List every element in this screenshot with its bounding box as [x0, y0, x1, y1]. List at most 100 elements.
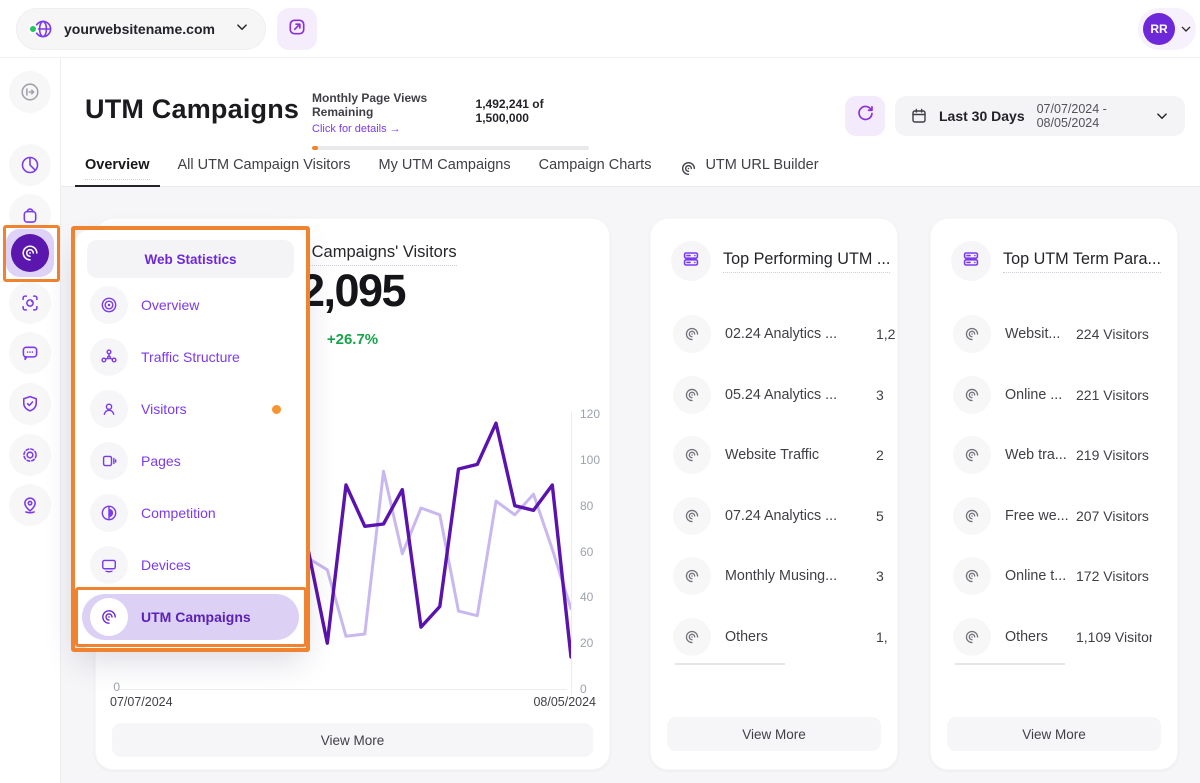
- item-value: 207 Visitors: [1076, 497, 1152, 535]
- view-more-button[interactable]: View More: [667, 717, 881, 751]
- flyout-item-competition[interactable]: Competition: [82, 490, 299, 536]
- list-item[interactable]: 07.24 Analytics ...5: [651, 497, 898, 535]
- y-tick-label: 60: [580, 545, 593, 559]
- item-name: Others: [725, 618, 768, 656]
- list-item[interactable]: Others 1,: [651, 618, 898, 656]
- utm-icon: [953, 376, 991, 414]
- list-item[interactable]: Website Traffic2: [651, 436, 898, 474]
- item-name: 02.24 Analytics ...: [725, 315, 837, 353]
- item-name: 05.24 Analytics ...: [725, 376, 837, 414]
- click-for-details-link[interactable]: Click for details →: [312, 123, 401, 135]
- top-performing-utm-card: Top Performing UTM ... 02.24 Analytics .…: [650, 218, 898, 770]
- list-item[interactable]: Online t...172 Visitors: [931, 557, 1178, 595]
- utm-icon: [673, 618, 711, 656]
- competition-icon: [90, 494, 128, 532]
- top-utm-term-card: Top UTM Term Para... Websit...224 Visito…: [930, 218, 1178, 770]
- external-link-icon: [286, 16, 308, 43]
- flyout-item-label: UTM Campaigns: [141, 609, 251, 625]
- y-tick-label: 0: [580, 682, 587, 696]
- card-title: Top Performing UTM ...: [723, 250, 890, 269]
- item-name: 07.24 Analytics ...: [725, 497, 837, 535]
- sidebar-item-analytics[interactable]: [9, 144, 51, 186]
- item-value: 3: [876, 376, 898, 414]
- list-item[interactable]: Web tra...219 Visitors: [931, 436, 1178, 474]
- item-value: 1,: [876, 618, 898, 656]
- refresh-button[interactable]: [845, 96, 885, 136]
- tab-utm-url-builder[interactable]: UTM URL Builder: [679, 150, 818, 186]
- date-range-picker[interactable]: Last 30 Days 07/07/2024 - 08/05/2024: [895, 96, 1185, 136]
- item-name: Online ...: [1005, 376, 1062, 414]
- sidebar-item-location[interactable]: [9, 484, 51, 526]
- user-menu[interactable]: RR: [1138, 8, 1196, 50]
- utm-icon: [673, 376, 711, 414]
- list-item[interactable]: 02.24 Analytics ... 1,2: [651, 315, 898, 353]
- list-item[interactable]: Others 1,109 Visitors: [931, 618, 1178, 656]
- flyout-item-overview[interactable]: Overview: [82, 282, 299, 328]
- item-name: Others: [1005, 618, 1048, 656]
- page-header: UTM Campaigns Monthly Page Views Remaini…: [61, 58, 1200, 187]
- item-value: 221 Visitors: [1076, 376, 1152, 414]
- structure-icon: [90, 338, 128, 376]
- avatar: RR: [1143, 13, 1175, 45]
- utm-icon: [673, 436, 711, 474]
- open-website-button[interactable]: [277, 8, 317, 50]
- tab-label: All UTM Campaign Visitors: [178, 157, 351, 179]
- top-bar: yourwebsitename.com RR: [0, 0, 1200, 58]
- item-value: 1,109 Visitors: [1076, 618, 1152, 656]
- item-value: 224 Visitors: [1076, 315, 1152, 353]
- view-more-button[interactable]: View More: [947, 717, 1161, 751]
- utm-icon: [90, 598, 128, 636]
- tab-all-utm-campaign-visitors[interactable]: All UTM Campaign Visitors: [178, 150, 351, 186]
- flyout-title: Web Statistics: [87, 240, 294, 278]
- app-root: yourwebsitename.com RR UTM Campaigns Mon…: [0, 0, 1200, 783]
- flyout-item-label: Devices: [141, 557, 191, 573]
- flyout-item-devices[interactable]: Devices: [82, 542, 299, 588]
- tab-label: Campaign Charts: [539, 157, 652, 179]
- utm-icon: [673, 557, 711, 595]
- orders-icon: [19, 204, 41, 226]
- tab-overview[interactable]: Overview: [85, 150, 150, 186]
- list-item[interactable]: Free we...207 Visitors: [931, 497, 1178, 535]
- sidebar-item-scan[interactable]: [9, 282, 51, 324]
- y-tick-label: 80: [580, 499, 593, 513]
- devices-icon: [90, 546, 128, 584]
- flyout-item-label: Pages: [141, 453, 181, 469]
- flyout-item-visitors[interactable]: Visitors: [82, 386, 299, 432]
- list-item[interactable]: Monthly Musing...3: [651, 557, 898, 595]
- list-item[interactable]: Websit... 224 Visitors: [931, 315, 1178, 353]
- item-name: Websit...: [1005, 315, 1060, 353]
- divider: [675, 663, 785, 665]
- y-axis-line: [571, 412, 572, 695]
- sidebar-item-settings[interactable]: [9, 434, 51, 476]
- flyout-item-utm-campaigns[interactable]: UTM Campaigns: [82, 594, 299, 640]
- target-icon: [90, 286, 128, 324]
- sidebar-item-security[interactable]: [9, 383, 51, 425]
- utm-icon: [953, 557, 991, 595]
- sidebar-nav: [0, 58, 61, 783]
- calendar-icon: [909, 106, 929, 126]
- flyout-item-traffic-structure[interactable]: Traffic Structure: [82, 334, 299, 380]
- flyout-item-label: Visitors: [141, 401, 187, 417]
- page-views-widget: Monthly Page Views Remaining Click for d…: [312, 91, 589, 150]
- list-item[interactable]: Online ... 221 Visitors: [931, 376, 1178, 414]
- flyout-item-pages[interactable]: Pages: [82, 438, 299, 484]
- sidebar-item-collapse[interactable]: [9, 71, 51, 113]
- website-selector[interactable]: yourwebsitename.com: [16, 8, 266, 50]
- item-value: 1,2: [876, 315, 898, 353]
- flyout-item-label: Overview: [141, 297, 199, 313]
- utm-icon: [673, 497, 711, 535]
- sidebar-item-chat[interactable]: [9, 332, 51, 374]
- utm-icon: [953, 497, 991, 535]
- visitors-icon: [90, 390, 128, 428]
- chevron-down-icon: [1153, 107, 1171, 125]
- utm-icon: [953, 618, 991, 656]
- sidebar-item-utm-campaigns[interactable]: [6, 229, 54, 277]
- tab-campaign-charts[interactable]: Campaign Charts: [539, 150, 652, 186]
- tab-my-utm-campaigns[interactable]: My UTM Campaigns: [378, 150, 510, 186]
- view-more-button[interactable]: View More: [112, 723, 593, 757]
- location-icon: [19, 494, 41, 516]
- utm-icon: [953, 436, 991, 474]
- list-item[interactable]: 05.24 Analytics ... 3: [651, 376, 898, 414]
- y-tick-label: 120: [580, 407, 600, 421]
- date-range-value: 07/07/2024 - 08/05/2024: [1037, 102, 1153, 130]
